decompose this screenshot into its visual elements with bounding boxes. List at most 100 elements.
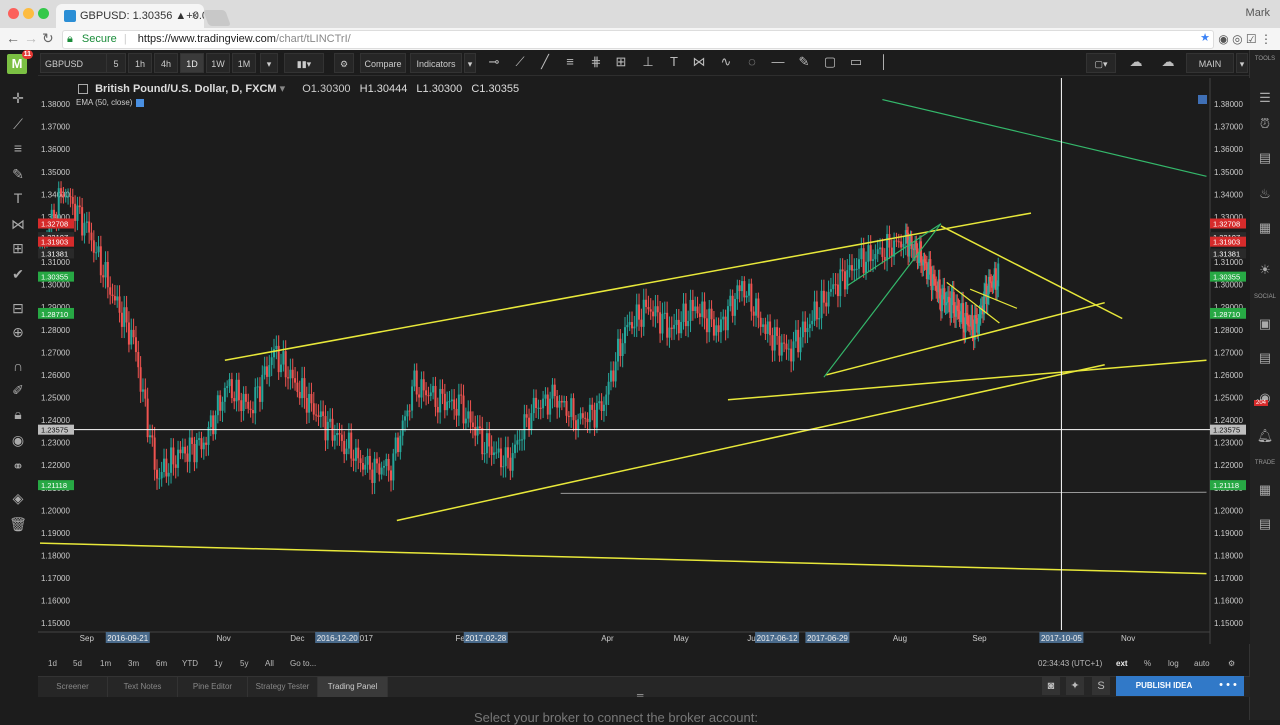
line-tool-icon[interactable]: ― <box>768 54 788 69</box>
ema-legend[interactable]: EMA (50, close) <box>76 98 145 107</box>
new-tab-button[interactable] <box>203 10 231 26</box>
range-1m-button[interactable]: 1m <box>100 659 111 668</box>
vertical-line-tool-icon[interactable]: │ <box>874 54 894 69</box>
interval-5-button[interactable]: 5 <box>106 53 126 73</box>
panel-resize-handle[interactable]: ═ <box>637 690 643 700</box>
notifications-bell-icon[interactable]: 🔔︎ <box>1255 428 1275 444</box>
measure-icon[interactable]: ⊟ <box>8 300 28 317</box>
dom-icon[interactable]: ▤ <box>1255 516 1275 532</box>
chart-style-button[interactable]: ▮▮▾ <box>284 53 324 73</box>
scale-settings-gear-icon[interactable]: ⚙ <box>1228 659 1235 668</box>
channel-icon[interactable]: ≡ <box>8 140 28 156</box>
camera-snapshot-icon[interactable]: ◙ <box>1042 677 1060 695</box>
trash-icon[interactable]: 🗑︎ <box>8 516 28 533</box>
ray-tool-icon[interactable]: ╱ <box>535 54 555 70</box>
interval-1d-button[interactable]: 1D <box>180 53 204 73</box>
publish-idea-button[interactable]: PUBLISH IDEA <box>1116 676 1212 696</box>
alarm-clock-icon[interactable]: ⏰︎ <box>1255 116 1275 132</box>
stocktwits-icon[interactable]: S <box>1092 677 1110 695</box>
range-3m-button[interactable]: 3m <box>128 659 139 668</box>
close-window-button[interactable] <box>8 8 19 19</box>
text-tool-icon[interactable]: T <box>664 54 684 69</box>
cloud-download-icon[interactable]: ☁ <box>1126 54 1146 70</box>
layers-icon[interactable]: ◈ <box>8 490 28 507</box>
pitchfork-tool-icon[interactable]: ⊥ <box>638 54 658 70</box>
range-1d-button[interactable]: 1d <box>48 659 57 668</box>
gann-tool-icon[interactable]: ⊞ <box>611 54 631 70</box>
order-panel-icon[interactable]: ▦ <box>1255 482 1275 498</box>
tab-trading-panel[interactable]: Trading Panel <box>318 677 388 697</box>
minimize-window-button[interactable] <box>23 8 34 19</box>
range-6m-button[interactable]: 6m <box>156 659 167 668</box>
info-icon[interactable] <box>1198 95 1207 104</box>
range-5d-button[interactable]: 5d <box>73 659 82 668</box>
hotlist-flame-icon[interactable]: ♨ <box>1255 186 1275 202</box>
extended-hours-toggle[interactable]: ext <box>1116 659 1128 668</box>
interval-dropdown-button[interactable]: ▾ <box>260 53 278 73</box>
bookmark-star-icon[interactable]: ★ <box>1200 31 1210 44</box>
symbol-search-input[interactable]: GBPUSD <box>40 53 110 73</box>
brush-tool-icon[interactable]: ✎ <box>794 54 814 70</box>
more-options-button[interactable]: • • • <box>1212 676 1244 696</box>
compare-button[interactable]: Compare <box>360 53 406 73</box>
text-icon[interactable]: T <box>8 190 28 206</box>
calendar-icon[interactable]: ▦ <box>1255 220 1275 236</box>
horizontal-line-tool-icon[interactable]: ⊸ <box>484 54 504 70</box>
chart-legend[interactable]: British Pound/U.S. Dollar, D, FXCM ▾ O1.… <box>78 82 519 95</box>
tab-strategy-tester[interactable]: Strategy Tester <box>248 677 318 697</box>
crosshair-icon[interactable]: ✛ <box>8 90 28 107</box>
data-window-icon[interactable]: ▤ <box>1255 150 1275 166</box>
indicators-button[interactable]: Indicators <box>410 53 462 73</box>
goto-date-button[interactable]: Go to... <box>290 659 316 668</box>
back-arrow-icon[interactable]: ← <box>6 30 20 46</box>
address-field[interactable]: 🔒︎ Secure | https://www.tradingview.com/… <box>62 30 1214 49</box>
extension-icons[interactable]: ◉ ◎ ☑ ⋮ <box>1218 32 1272 46</box>
log-scale-toggle[interactable]: log <box>1168 659 1179 668</box>
prediction-icon[interactable]: ⊞ <box>8 240 28 257</box>
tab-screener[interactable]: Screener <box>38 677 108 697</box>
cloud-upload-icon[interactable]: ☁ <box>1158 54 1178 70</box>
rectangle-tool-icon[interactable]: ▢ <box>820 54 840 70</box>
browser-tab[interactable]: GBPUSD: 1.30356 ▲+0.04% × <box>56 4 204 28</box>
eye-icon[interactable]: ◉ <box>8 432 28 449</box>
link-icon[interactable]: ⚭ <box>8 458 28 475</box>
main-view-button[interactable]: MAIN VIEW <box>1186 53 1234 89</box>
trend-line-icon[interactable]: ⟋ <box>8 116 28 133</box>
ideas-stream-icon[interactable]: ▣ <box>1255 316 1275 332</box>
lightbulb-icon[interactable]: ☀ <box>1255 262 1275 278</box>
chat-icon[interactable]: ▤ <box>1255 350 1275 366</box>
elliott-wave-tool-icon[interactable]: ∿ <box>716 54 736 70</box>
pencil-icon[interactable]: ✎ <box>8 166 28 183</box>
range-ytd-button[interactable]: YTD <box>182 659 198 668</box>
ema-settings-icon[interactable] <box>136 98 145 107</box>
range-1y-button[interactable]: 1y <box>214 659 222 668</box>
auto-scale-toggle[interactable]: auto <box>1194 659 1210 668</box>
pattern-icon[interactable]: ⋈ <box>8 216 28 233</box>
collapse-legend-icon[interactable] <box>78 84 88 95</box>
percent-scale-toggle[interactable]: % <box>1144 659 1151 668</box>
range-all-button[interactable]: All <box>265 659 274 668</box>
tab-close-button[interactable]: × <box>192 4 198 28</box>
stay-drawing-icon[interactable]: ✐ <box>8 382 28 399</box>
pattern-tool-icon[interactable]: ⋈ <box>689 54 709 70</box>
legend-dropdown-icon[interactable]: ▾ <box>280 83 286 95</box>
lock-drawings-icon[interactable]: 🔒︎ <box>8 406 28 423</box>
note-tool-icon[interactable]: ▭ <box>846 54 866 70</box>
watchlist-icon[interactable]: ☰ <box>1255 90 1275 106</box>
layout-button[interactable]: ▢▾ <box>1086 53 1116 73</box>
forward-arrow-icon[interactable]: → <box>24 30 38 46</box>
profile-name[interactable]: Mark <box>1246 7 1270 19</box>
checkmark-icon[interactable]: ✔ <box>8 266 28 283</box>
tab-text-notes[interactable]: Text Notes <box>108 677 178 697</box>
interval-1h-button[interactable]: 1h <box>128 53 152 73</box>
range-5y-button[interactable]: 5y <box>240 659 248 668</box>
maximize-window-button[interactable] <box>38 8 49 19</box>
interval-1w-button[interactable]: 1W <box>206 53 230 73</box>
parallel-channel-tool-icon[interactable]: ≡ <box>560 54 580 69</box>
user-avatar[interactable]: M 11 <box>7 50 33 74</box>
tab-pine-editor[interactable]: Pine Editor <box>178 677 248 697</box>
magnet-icon[interactable]: ∩ <box>8 358 28 374</box>
indicators-dropdown-icon[interactable]: ▾ <box>464 53 476 73</box>
zoom-icon[interactable]: ⊕ <box>8 324 28 341</box>
trend-line-tool-icon[interactable]: ⟋ <box>510 54 530 70</box>
